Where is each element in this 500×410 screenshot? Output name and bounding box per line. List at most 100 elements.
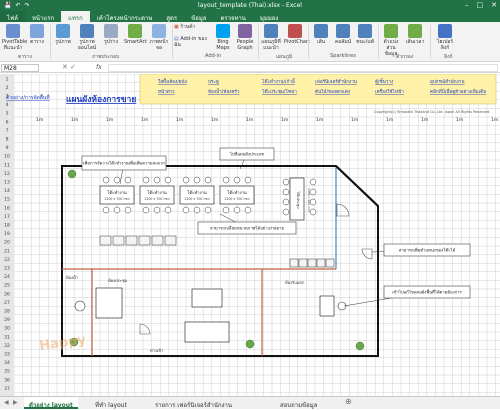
row-number[interactable]: 35 [4,369,10,375]
row-number[interactable]: 33 [4,352,10,358]
smartart-button[interactable]: SmartArt [124,24,147,45]
row-number[interactable]: 25 [4,283,10,289]
cabinet[interactable] [138,235,151,246]
tab-home[interactable]: หน้าแรก [25,11,61,22]
furniture-link[interactable]: คลิกที่นี่เพื่อดูตัวอย่างเพิ่มเติม [430,88,486,95]
sheet-tab-example-layout[interactable]: ตัวอย่าง layout [24,397,78,409]
enter-icon[interactable]: ✓ [70,63,76,71]
row-number[interactable]: 19 [4,231,10,237]
tab-page-layout[interactable]: เค้าโครงหน้ากระดาษ [90,11,160,22]
pictures-button[interactable]: รูปภาพ [52,24,74,45]
minimize-icon[interactable]: – [465,1,469,9]
sheet-tab-make-layout[interactable]: ที่ทำ layout [90,397,132,409]
desk[interactable] [95,287,123,319]
sparkline-line-button[interactable]: เส้น [310,24,332,45]
furniture-link[interactable]: ใส่พื้นห้อง/ผนัง [158,78,187,85]
row-number[interactable]: 34 [4,360,10,366]
row-number[interactable]: 36 [4,377,10,383]
cabinet[interactable] [316,258,326,268]
row-number[interactable]: 4 [6,102,9,108]
row-number[interactable]: 37 [4,386,10,392]
add-sheet-icon[interactable]: ⊕ [345,397,352,406]
row-number[interactable]: 13 [4,180,10,186]
row-number[interactable]: 30 [4,326,10,332]
sparkline-winloss-button[interactable]: ชนะ/แพ้ [354,24,376,45]
table-button[interactable]: ตาราง [26,24,48,45]
furniture-link[interactable]: ตู้/ชั้นวาง [375,78,393,85]
cabinet[interactable] [325,258,335,268]
prev-sheet-icon[interactable]: ◀ [4,399,9,406]
screenshot-button[interactable]: ภาพหน้าจอ [148,24,170,51]
row-number[interactable]: 1 [6,76,9,82]
worksheet-canvas[interactable]: 1234567891011121314151617181920212223242… [0,74,500,396]
desk[interactable] [179,185,215,205]
furniture-link[interactable]: ห้องน้ำ/ห้องครัว [208,88,240,95]
tab-data[interactable]: ข้อมูล [184,11,213,22]
tab-review[interactable]: ตรวจทาน [213,11,252,22]
recommended-charts-button[interactable]: แผนภูมิที่แนะนำ [260,24,282,51]
cabinet[interactable] [164,235,177,246]
row-number[interactable]: 24 [4,274,10,280]
row-number[interactable]: 21 [4,248,10,254]
row-number[interactable]: 5 [6,111,9,117]
cabinet[interactable] [99,235,112,246]
furniture-link[interactable]: โต๊ะทำงาน/เก้าอี้ [262,78,296,85]
cabinet[interactable] [298,258,308,268]
timeline-button[interactable]: เส้นเวลา [404,24,426,45]
row-number[interactable]: 9 [6,145,9,151]
row-number[interactable]: 6 [6,119,9,125]
furniture-link[interactable]: ต้นไม้/ของตกแต่ง [315,88,350,95]
row-number[interactable]: 29 [4,317,10,323]
worksheet-grid[interactable]: 1 2 3 4 5 6 7 8 9 10 11 12 13 14 15 16 17 18 19 20 21 22 23 24 2… [0,74,500,396]
hyperlink-button[interactable]: ไฮเปอร์ลิงก์ [434,24,456,51]
furniture-link[interactable]: เฟอร์นิเจอร์สำนักงาน [315,78,358,85]
row-number[interactable]: 23 [4,266,10,272]
recommended-pivottable-button[interactable]: PivotTable ที่แนะนำ [2,24,27,51]
row-number[interactable]: 26 [4,291,10,297]
row-number[interactable]: 28 [4,309,10,315]
online-pictures-button[interactable]: รูปภาพออนไลน์ [76,24,98,51]
furniture-link[interactable]: อุปกรณ์สำนักงาน [430,78,465,85]
row-number[interactable]: 7 [6,128,9,134]
row-number[interactable]: 20 [4,240,10,246]
desk[interactable] [139,185,175,205]
row-number[interactable]: 16 [4,205,10,211]
formula-input[interactable] [108,64,498,72]
row-number[interactable]: 12 [4,171,10,177]
row-number[interactable]: 27 [4,300,10,306]
row-number[interactable]: 17 [4,214,10,220]
row-number[interactable]: 15 [4,197,10,203]
maximize-icon[interactable]: □ [477,1,484,9]
next-sheet-icon[interactable]: ▶ [13,399,18,406]
row-number[interactable]: 31 [4,334,10,340]
store-button[interactable]: ▣ ร้านค้า [174,24,204,30]
sofa[interactable] [191,288,223,308]
row-number[interactable]: 14 [4,188,10,194]
name-box[interactable]: M28 [1,64,39,72]
furniture-link[interactable]: เครื่องใช้ไฟฟ้า [375,88,404,95]
reception-desk[interactable] [319,295,335,317]
close-icon[interactable]: ✕ [491,1,497,9]
row-number[interactable]: 22 [4,257,10,263]
furniture-link[interactable]: หน้าต่าง [158,89,175,95]
cabinet[interactable] [112,235,125,246]
cancel-icon[interactable]: ✕ [62,63,68,71]
row-number[interactable]: 8 [6,137,9,143]
shapes-button[interactable]: รูปร่าง [100,24,122,45]
tab-view[interactable]: มุมมอง [253,11,285,22]
row-number[interactable]: 11 [4,162,10,168]
furniture-link[interactable]: ประตู [208,79,219,85]
my-addins-button[interactable]: ▤ Add-in ของฉัน [174,36,208,48]
sofa[interactable] [184,321,230,343]
cabinet[interactable] [151,235,164,246]
pivotchart-button[interactable]: PivotChart [284,24,310,45]
sheet-tab-inquiry[interactable]: สอบถามข้อมูล [275,397,322,409]
people-graph-button[interactable]: People Graph [234,24,256,51]
cabinet[interactable] [307,258,317,268]
sparkline-column-button[interactable]: คอลัมน์ [332,24,354,45]
row-number[interactable]: 18 [4,223,10,229]
tab-insert[interactable]: แทรก [61,11,90,22]
cabinet[interactable] [125,235,138,246]
furniture-link[interactable]: โต๊ะประชุม/โซฟา [262,88,297,95]
row-number[interactable]: 10 [4,154,10,160]
